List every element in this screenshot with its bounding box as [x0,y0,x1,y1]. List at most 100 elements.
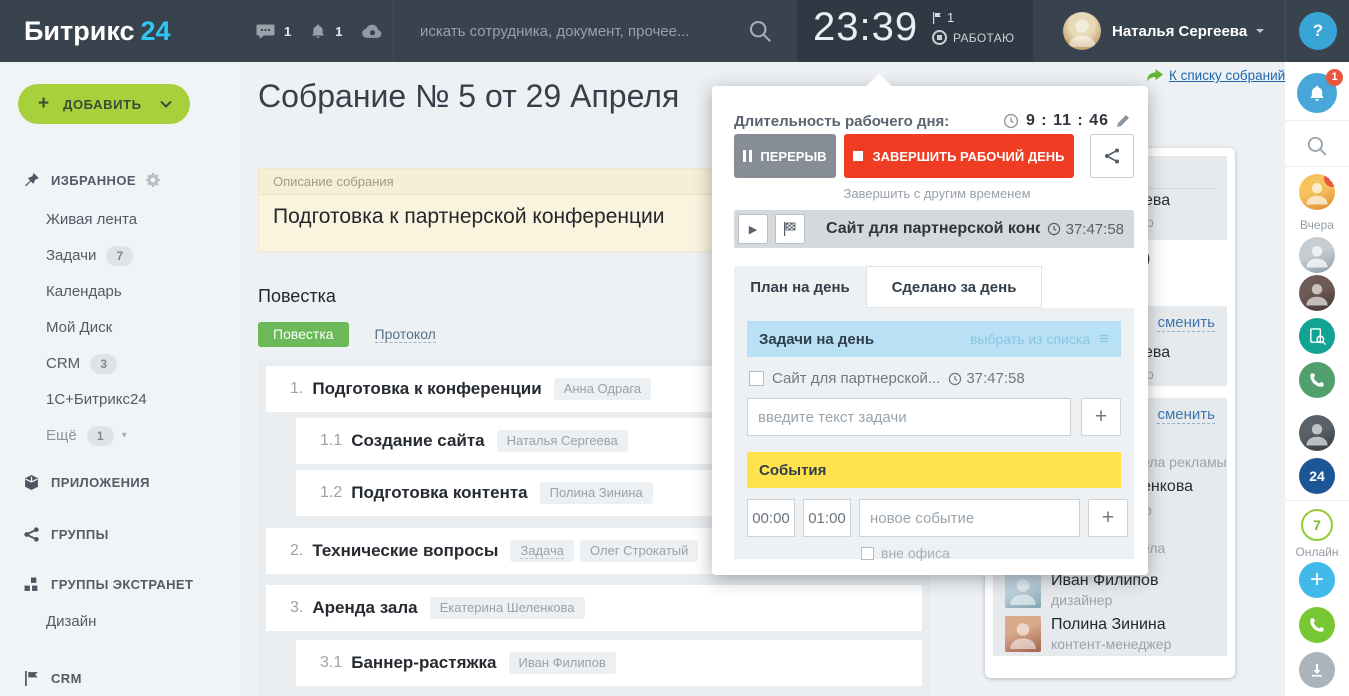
search-icon[interactable] [748,19,772,43]
bell-icon[interactable] [310,23,326,40]
pause-label: ПЕРЕРЫВ [760,149,826,164]
worktime-clock[interactable]: 23:39 1 РАБОТАЮ [797,0,1033,62]
add-event-button[interactable]: + [1088,499,1128,537]
tab-done-for-day[interactable]: Сделано за день [866,266,1042,308]
events-header: События [759,462,1109,479]
add-task-button[interactable]: + [1081,398,1121,436]
pin-icon [24,173,39,188]
clock-time[interactable]: 23:39 [813,5,918,50]
text-fragment: енкова [1142,478,1193,496]
add-button[interactable]: + ДОБАВИТЬ [18,84,190,124]
event-start-input[interactable] [747,499,795,537]
brand-name: Битрикс [24,16,135,46]
crm-count-badge: 3 [90,354,117,374]
invite-add-button[interactable]: + [1299,562,1335,598]
pause-button[interactable]: ПЕРЕРЫВ [734,134,836,178]
user-menu[interactable]: Наталья Сергеева [1112,0,1264,62]
download-app-button[interactable] [1299,652,1335,688]
chat-contact-2[interactable] [1299,275,1335,311]
user-name: Наталья Сергеева [1112,23,1247,40]
tab-plan-for-day[interactable]: План на день [734,266,866,308]
chat-icon[interactable] [256,23,275,40]
page-title: Собрание № 5 от 29 Апреля [258,78,679,115]
search-input[interactable] [420,23,790,40]
rail-search-button[interactable] [1299,128,1335,164]
agenda-number: 3. [290,599,303,617]
clock-icon [948,372,962,386]
to-meetings-list-link[interactable]: К списку собраний [1146,68,1285,83]
help-button[interactable]: ? [1299,12,1337,50]
right-rail: 1 1 Вчера 24 7 Онлайн + [1285,62,1349,696]
sidebar-item-more[interactable]: Ещё1▾ [0,418,240,454]
notifications-count[interactable]: 1 [335,24,342,39]
plan-task-title[interactable]: Сайт для партнерской... [772,370,940,387]
sidebar-section-apps[interactable]: ПРИЛОЖЕНИЯ [0,470,240,494]
participant-name[interactable]: Полина Зинина [1051,616,1171,634]
active-task-title[interactable]: Сайт для партнерской конфер... [826,220,1040,238]
sidebar-item-1c-bitrix24[interactable]: 1С+Битрикс24 [0,382,240,418]
tab-protocol[interactable]: Протокол [375,326,436,343]
bitrix24-network-button[interactable]: 24 [1299,458,1335,494]
plan-panel: Задачи на день выбрать из списка ≡ Сайт … [734,308,1134,559]
call-history-button[interactable] [1299,362,1335,398]
sidebar-item-crm[interactable]: CRM3 [0,346,240,382]
chat-contact-3[interactable] [1299,415,1335,451]
active-task-bar: ▶ Сайт для партнерской конфер... 37:47:5… [734,210,1134,248]
sidebar-item-live-feed[interactable]: Живая лента [0,202,240,238]
event-end-input[interactable] [803,499,851,537]
menu-icon[interactable]: ≡ [1099,329,1109,349]
avatar [1302,240,1332,270]
finish-task-button[interactable] [775,214,805,244]
doc-search-button[interactable] [1299,318,1335,354]
user-avatar[interactable] [1063,12,1101,50]
out-of-office-checkbox[interactable] [861,547,874,560]
new-task-input[interactable] [747,398,1071,436]
global-search[interactable] [420,0,790,62]
pencil-icon[interactable] [1116,114,1130,128]
chat-contact-1[interactable] [1299,237,1335,273]
chat-count[interactable]: 1 [284,24,291,39]
agenda-row-3-1[interactable]: 3.1 Баннер-растяжка Иван Филипов [296,640,922,686]
telephony-button[interactable] [1299,607,1335,643]
participant-row[interactable]: Полина Зинина контент-менеджер [1005,616,1171,652]
sidebar-item-tasks[interactable]: Задачи7 [0,238,240,274]
extranet-header-label: ГРУППЫ ЭКСТРАНЕТ [51,577,193,592]
agenda-title: Аренда зала [312,598,417,618]
finish-other-time-link[interactable]: Завершить с другим временем [822,186,1052,201]
agenda-number: 1. [290,380,303,398]
share-icon [24,527,39,542]
sidebar-item-my-disk[interactable]: Мой Диск [0,310,240,346]
agenda-number: 3.1 [320,654,342,672]
sidebar-section-groups[interactable]: ГРУППЫ [0,522,240,546]
task-checkbox[interactable] [749,371,764,386]
agenda-row-3[interactable]: 3. Аренда зала Екатерина Шеленкова [266,585,922,631]
task-link-label: Задача [520,543,564,559]
brand-logo[interactable]: Битрикс24 [24,0,171,62]
tasks-header: Задачи на день [759,331,970,348]
gear-icon[interactable] [146,173,160,187]
cloud-icon[interactable] [361,23,384,39]
left-sidebar: + ДОБАВИТЬ ИЗБРАННОЕ Живая лента Задачи7… [0,62,240,696]
share-button[interactable] [1090,134,1134,178]
play-button[interactable]: ▶ [738,214,768,244]
sidebar-item-design[interactable]: Дизайн [0,604,240,640]
notifications-button[interactable]: 1 [1297,73,1337,113]
participant-row[interactable]: Иван Филипов дизайнер [1005,572,1158,608]
new-event-input[interactable] [859,499,1080,537]
sidebar-section-extranet[interactable]: ГРУППЫ ЭКСТРАНЕТ [0,572,240,596]
online-users-button[interactable]: 7 [1301,509,1333,541]
choose-from-list-link[interactable]: выбрать из списка [970,331,1090,347]
tab-agenda[interactable]: Повестка [258,322,349,347]
change-link[interactable]: сменить [1157,406,1215,424]
sidebar-item-label: Календарь [46,274,122,310]
task-link-badge[interactable]: Задача [510,540,574,562]
to-list-label: К списку собраний [1169,68,1285,83]
sidebar-item-calendar[interactable]: Календарь [0,274,240,310]
sidebar-section-crm[interactable]: CRM [0,666,240,690]
finish-day-button[interactable]: ЗАВЕРШИТЬ РАБОЧИЙ ДЕНЬ [844,134,1074,178]
sidebar-section-favorites[interactable]: ИЗБРАННОЕ [0,168,240,192]
blocks-icon [24,577,39,592]
chevron-down-icon [160,100,172,108]
change-link[interactable]: сменить [1157,314,1215,332]
chat-contact-marta[interactable]: 1 [1299,174,1335,210]
